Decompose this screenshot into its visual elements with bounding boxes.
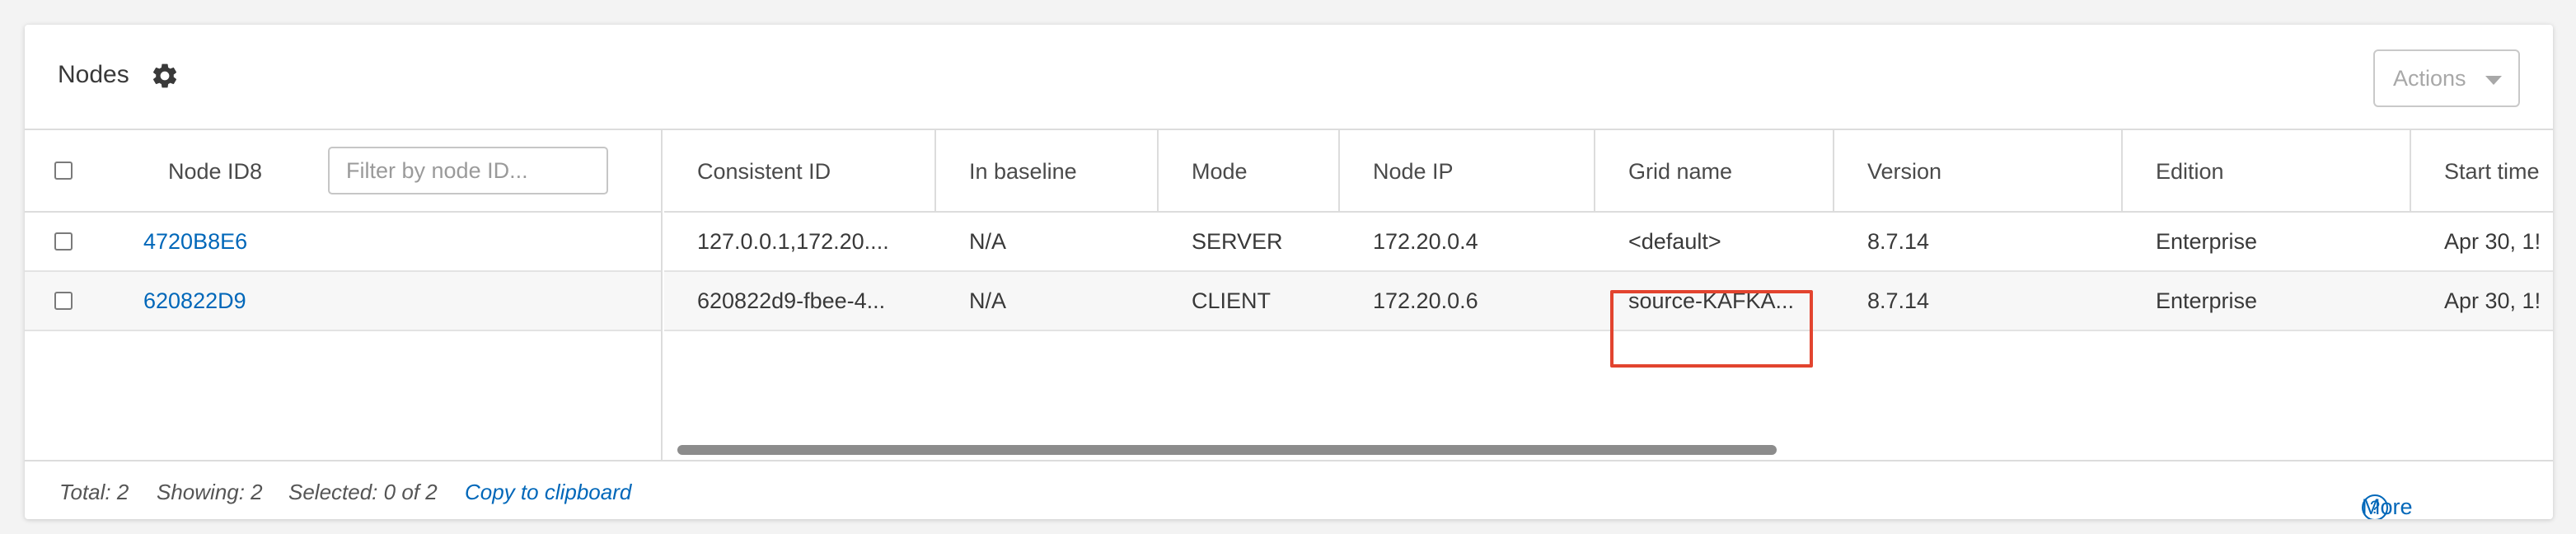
cell-edition: Enterprise xyxy=(2156,228,2258,254)
table-row[interactable]: 620822d9-fbee-4... N/A CLIENT 172.20.0.6… xyxy=(664,272,2553,331)
grid-scrollable[interactable]: Consistent ID In baseline Mode Node IP G… xyxy=(664,130,2553,460)
cell-consistent-id: 620822d9-fbee-4... xyxy=(697,288,886,313)
grid-pinned-left: Node ID8 4720B8E6 620822D9 xyxy=(25,130,663,460)
copy-to-clipboard-link[interactable]: Copy to clipboard xyxy=(465,480,631,505)
row-checkbox[interactable] xyxy=(54,232,73,251)
node-id-link[interactable]: 620822D9 xyxy=(110,272,246,330)
cell-consistent-id: 127.0.0.1,172.20.... xyxy=(697,228,889,254)
column-header-in-baseline[interactable]: In baseline xyxy=(936,130,1159,213)
row-checkbox[interactable] xyxy=(54,292,73,310)
cell-in-baseline: N/A xyxy=(969,228,1007,254)
select-all-checkbox[interactable] xyxy=(54,162,73,180)
actions-label: Actions xyxy=(2393,65,2466,91)
showing-count: Showing: 2 xyxy=(157,480,263,504)
table-row[interactable]: 620822D9 xyxy=(25,272,661,331)
column-header-start-time[interactable]: Start time xyxy=(2411,130,2553,213)
cell-mode: SERVER xyxy=(1192,228,1283,254)
column-header-consistent-id[interactable]: Consistent ID xyxy=(664,130,936,213)
column-header-node-ip[interactable]: Node IP xyxy=(1340,130,1595,213)
column-header-mode[interactable]: Mode xyxy=(1159,130,1340,213)
filter-node-id-input[interactable] xyxy=(328,147,608,194)
gear-icon[interactable] xyxy=(150,61,180,91)
cell-node-ip: 172.20.0.4 xyxy=(1373,228,1478,254)
cell-version: 8.7.14 xyxy=(1867,288,1930,313)
table-row[interactable]: 127.0.0.1,172.20.... N/A SERVER 172.20.0… xyxy=(664,213,2553,272)
grid-footer: Total: 2 Showing: 2 Selected: 0 of 2 Cop… xyxy=(25,460,2553,519)
grid-header-row: Node ID8 xyxy=(25,130,661,213)
cell-version: 8.7.14 xyxy=(1867,228,1930,254)
cell-mode: CLIENT xyxy=(1192,288,1272,313)
total-count: Total: 2 xyxy=(59,480,129,504)
table-row[interactable]: 4720B8E6 xyxy=(25,213,661,272)
cell-node-ip: 172.20.0.6 xyxy=(1373,288,1478,313)
column-header-node-id8[interactable]: Node ID8 xyxy=(135,130,283,213)
cell-in-baseline: N/A xyxy=(969,288,1007,313)
cell-grid-name: <default> xyxy=(1628,228,1721,254)
column-header-version[interactable]: Version xyxy=(1834,130,2123,213)
column-header-edition[interactable]: Edition xyxy=(2123,130,2411,213)
cell-start-time: Apr 30, 1! xyxy=(2444,288,2541,313)
actions-button[interactable]: Actions xyxy=(2373,49,2520,107)
cell-grid-name: source-KAFKA... xyxy=(1628,288,1795,313)
chevron-down-icon xyxy=(2485,76,2502,85)
column-header-grid-name[interactable]: Grid name xyxy=(1595,130,1834,213)
panel-header: Nodes Actions xyxy=(25,25,2553,130)
cell-edition: Enterprise xyxy=(2156,288,2258,313)
node-id-link[interactable]: 4720B8E6 xyxy=(110,213,247,270)
cell-start-time: Apr 30, 1! xyxy=(2444,228,2541,254)
panel-title: Nodes xyxy=(58,61,129,88)
more-info-label: More info xyxy=(2362,494,2413,519)
grid-header-row: Consistent ID In baseline Mode Node IP G… xyxy=(664,130,2553,213)
horizontal-scrollbar[interactable] xyxy=(677,445,1777,455)
nodes-panel: Nodes Actions Node ID8 4720B8E6 620822D9… xyxy=(25,25,2553,519)
selected-count: Selected: 0 of 2 xyxy=(288,480,438,504)
